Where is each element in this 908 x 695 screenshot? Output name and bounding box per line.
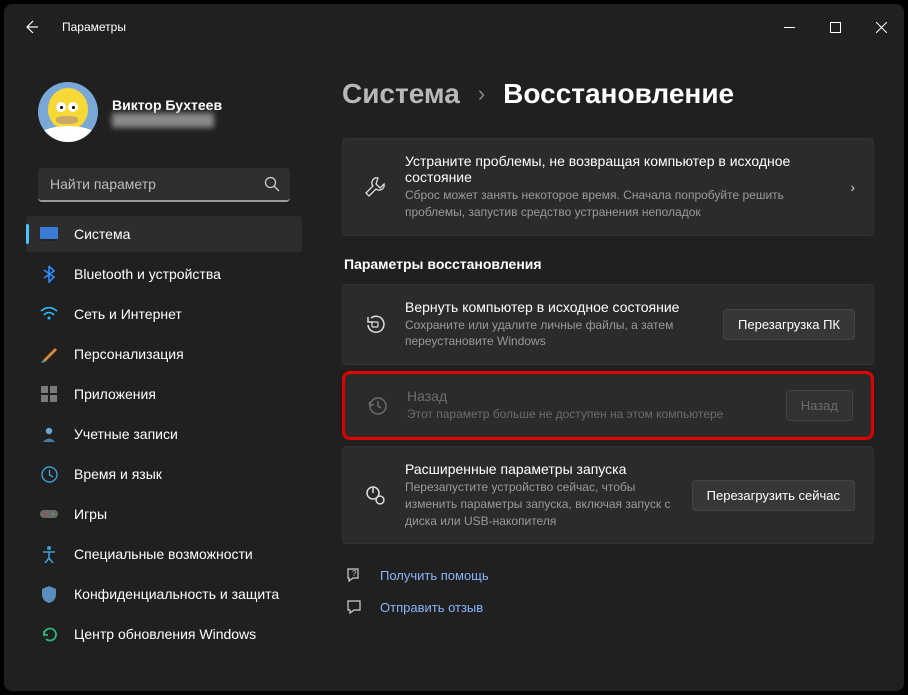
search-input[interactable] [38,168,290,202]
get-help-link[interactable]: ? Получить помощь [344,566,874,584]
wrench-icon [361,176,389,198]
page-title: Восстановление [503,78,734,110]
sidebar-item-personalization[interactable]: Персонализация [26,336,302,372]
sidebar-item-label: Система [74,226,130,242]
back-button[interactable] [22,18,40,36]
sidebar-item-label: Специальные возможности [74,546,253,562]
card-advanced-startup: Расширенные параметры запуска Перезапуст… [342,446,874,544]
accessibility-icon [40,545,58,563]
sidebar-item-label: Персонализация [74,346,184,362]
sidebar-item-label: Сеть и Интернет [74,306,182,322]
svg-text:?: ? [352,569,357,578]
gamepad-icon [40,505,58,523]
go-back-button: Назад [786,390,853,421]
titlebar: Параметры [4,4,904,50]
breadcrumb: Система › Восстановление [342,78,874,110]
person-icon [40,425,58,443]
profile-email: ████████████ [112,113,222,127]
sidebar-item-network[interactable]: Сеть и Интернет [26,296,302,332]
card-reset-pc: Вернуть компьютер в исходное состояние С… [342,284,874,366]
card-title: Расширенные параметры запуска [405,461,676,477]
card-title: Устраните проблемы, не возвращая компьют… [405,153,834,185]
settings-window: Параметры Виктор Бухтеев ████████████ [4,4,904,691]
reset-pc-button[interactable]: Перезагрузка ПК [723,309,855,340]
card-desc: Этот параметр больше не доступен на этом… [407,406,770,423]
search-box [38,168,290,202]
main-content: Система › Восстановление Устраните пробл… [314,50,904,691]
chevron-right-icon: › [478,81,485,107]
section-title: Параметры восстановления [344,256,874,272]
history-icon [363,395,391,417]
sidebar-item-system[interactable]: Система [26,216,302,252]
maximize-button[interactable] [812,7,858,47]
sidebar-item-label: Учетные записи [74,426,178,442]
sidebar-item-accessibility[interactable]: Специальные возможности [26,536,302,572]
apps-icon [40,385,58,403]
send-feedback-link[interactable]: Отправить отзыв [344,598,874,616]
card-title: Назад [407,388,770,404]
bluetooth-icon [40,265,58,283]
card-desc: Сохраните или удалите личные файлы, а за… [405,317,707,351]
wifi-icon [40,305,58,323]
brush-icon [40,345,58,363]
clock-globe-icon [40,465,58,483]
help-icon: ? [344,566,364,584]
restart-now-button[interactable]: Перезагрузить сейчас [692,480,855,511]
sidebar-item-label: Конфиденциальность и защита [74,586,279,602]
sidebar-item-apps[interactable]: Приложения [26,376,302,412]
sidebar-item-time-language[interactable]: Время и язык [26,456,302,492]
link-label: Отправить отзыв [380,600,483,615]
avatar [38,82,98,142]
footer-links: ? Получить помощь Отправить отзыв [342,566,874,616]
card-troubleshoot[interactable]: Устраните проблемы, не возвращая компьют… [342,138,874,236]
window-title: Параметры [62,20,126,34]
power-gear-icon [361,484,389,506]
sidebar-item-label: Bluetooth и устройства [74,266,221,282]
search-icon [264,176,280,197]
breadcrumb-parent[interactable]: Система [342,78,460,110]
sidebar-item-bluetooth[interactable]: Bluetooth и устройства [26,256,302,292]
chevron-right-icon: › [850,179,855,195]
sidebar-item-privacy[interactable]: Конфиденциальность и защита [26,576,302,612]
card-title: Вернуть компьютер в исходное состояние [405,299,707,315]
sidebar-item-label: Время и язык [74,466,162,482]
sidebar-item-label: Игры [74,506,107,522]
sidebar-item-accounts[interactable]: Учетные записи [26,416,302,452]
feedback-icon [344,598,364,616]
shield-icon [40,585,58,603]
sidebar-item-label: Приложения [74,386,156,402]
close-button[interactable] [858,7,904,47]
sidebar-item-label: Центр обновления Windows [74,626,256,642]
arrow-left-icon [23,19,39,35]
profile-block[interactable]: Виктор Бухтеев ████████████ [16,50,302,160]
profile-name: Виктор Бухтеев [112,97,222,113]
sidebar-item-gaming[interactable]: Игры [26,496,302,532]
link-label: Получить помощь [380,568,489,583]
monitor-icon [40,225,58,243]
sidebar: Виктор Бухтеев ████████████ Система Blue… [4,50,314,691]
reset-icon [361,313,389,335]
card-desc: Перезапустите устройство сейчас, чтобы и… [405,479,676,529]
card-go-back: Назад Этот параметр больше не доступен н… [342,371,874,440]
update-icon [40,625,58,643]
window-controls [766,7,904,47]
card-desc: Сброс может занять некоторое время. Снач… [405,187,834,221]
nav: Система Bluetooth и устройства Сеть и Ин… [16,216,302,652]
sidebar-item-windows-update[interactable]: Центр обновления Windows [26,616,302,652]
minimize-button[interactable] [766,7,812,47]
